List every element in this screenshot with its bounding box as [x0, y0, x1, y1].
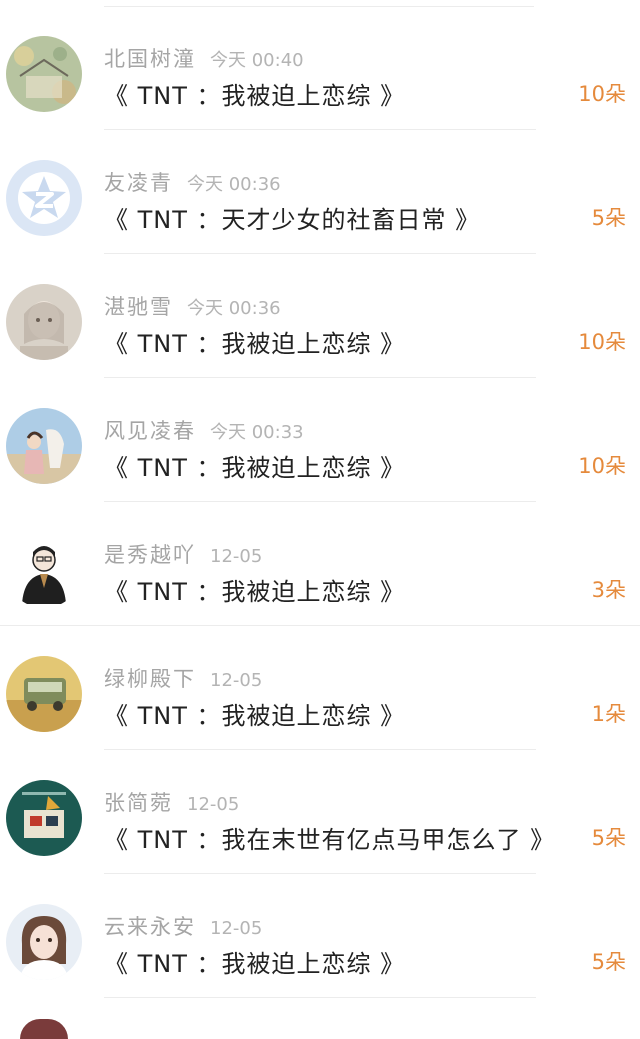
- book-title[interactable]: 《 TNT ：天才少女的社畜日常 》: [104, 200, 480, 235]
- flower-count: 5朵: [591, 826, 626, 850]
- item-meta: 风见凌春 今天 00:33: [104, 415, 304, 443]
- list-item[interactable]: 湛驰雪 今天 00:36 《 TNT ：我被迫上恋综 》 10朵: [0, 254, 640, 378]
- list-item[interactable]: 风见凌春 今天 00:33 《 TNT ：我被迫上恋综 》 10朵: [0, 378, 640, 502]
- star-qq-avatar-icon: [6, 160, 82, 236]
- book-title[interactable]: 《 TNT ：我被迫上恋综 》: [104, 572, 405, 607]
- flower-count: 10朵: [578, 454, 626, 478]
- timestamp: 今天 00:40: [210, 50, 304, 71]
- timestamp: 今天 00:33: [210, 422, 304, 443]
- username[interactable]: 友凌青: [104, 171, 173, 195]
- flower-count: 3朵: [591, 578, 626, 602]
- item-meta: 是秀越吖 12-05: [104, 539, 262, 567]
- list-item[interactable]: 友凌青 今天 00:36 《 TNT ：天才少女的社畜日常 》 5朵: [0, 130, 640, 254]
- flower-count: 1朵: [591, 702, 626, 726]
- avatar[interactable]: [6, 780, 82, 856]
- list-item[interactable]: 绿柳殿下 12-05 《 TNT ：我被迫上恋综 》 1朵: [0, 626, 640, 750]
- book-title[interactable]: 《 TNT ：我被迫上恋综 》: [104, 696, 405, 731]
- avatar[interactable]: [6, 656, 82, 732]
- username[interactable]: 湛驰雪: [104, 295, 173, 319]
- flower-count: 10朵: [578, 82, 626, 106]
- book-title[interactable]: 《 TNT ：我被迫上恋综 》: [104, 324, 405, 359]
- list-item[interactable]: 张简菀 12-05 《 TNT ：我在末世有亿点马甲怎么了 》 5朵: [0, 750, 640, 874]
- item-meta: 云来永安 12-05: [104, 911, 262, 939]
- username[interactable]: 张简菀: [104, 791, 173, 815]
- timestamp: 12-05: [210, 918, 263, 939]
- avatar[interactable]: [6, 904, 82, 980]
- avatar[interactable]: [6, 532, 82, 608]
- list-item[interactable]: 是秀越吖 12-05 《 TNT ：我被迫上恋综 》 3朵: [0, 502, 640, 626]
- item-meta: 绿柳殿下 12-05: [104, 663, 262, 691]
- avatar[interactable]: [6, 284, 82, 360]
- flower-count: 5朵: [591, 206, 626, 230]
- timestamp: 今天 00:36: [187, 298, 281, 319]
- next-item-avatar[interactable]: [20, 1019, 68, 1039]
- item-meta: 友凌青 今天 00:36: [104, 167, 281, 195]
- book-title[interactable]: 《 TNT ：我在末世有亿点马甲怎么了 》: [104, 820, 555, 855]
- item-meta: 张简菀 12-05: [104, 787, 239, 815]
- avatar[interactable]: [6, 408, 82, 484]
- timestamp: 12-05: [210, 546, 263, 567]
- flower-count: 10朵: [578, 330, 626, 354]
- username[interactable]: 云来永安: [104, 915, 196, 939]
- book-title[interactable]: 《 TNT ：我被迫上恋综 》: [104, 944, 405, 979]
- flower-count: 5朵: [591, 950, 626, 974]
- username[interactable]: 北国树潼: [104, 47, 196, 71]
- username[interactable]: 绿柳殿下: [104, 667, 196, 691]
- item-meta: 湛驰雪 今天 00:36: [104, 291, 281, 319]
- avatar[interactable]: [6, 160, 82, 236]
- username[interactable]: 风见凌春: [104, 419, 196, 443]
- timestamp: 今天 00:36: [187, 174, 281, 195]
- avatar[interactable]: [6, 36, 82, 112]
- book-title[interactable]: 《 TNT ：我被迫上恋综 》: [104, 448, 405, 483]
- row-divider: [104, 997, 536, 998]
- book-title[interactable]: 《 TNT ：我被迫上恋综 》: [104, 76, 405, 111]
- list-item[interactable]: 云来永安 12-05 《 TNT ：我被迫上恋综 》 5朵: [0, 874, 640, 998]
- timestamp: 12-05: [210, 670, 263, 691]
- timestamp: 12-05: [187, 794, 240, 815]
- username[interactable]: 是秀越吖: [104, 543, 196, 567]
- item-meta: 北国树潼 今天 00:40: [104, 43, 304, 71]
- list-item[interactable]: 北国树潼 今天 00:40 《 TNT ：我被迫上恋综 》 10朵: [0, 6, 640, 130]
